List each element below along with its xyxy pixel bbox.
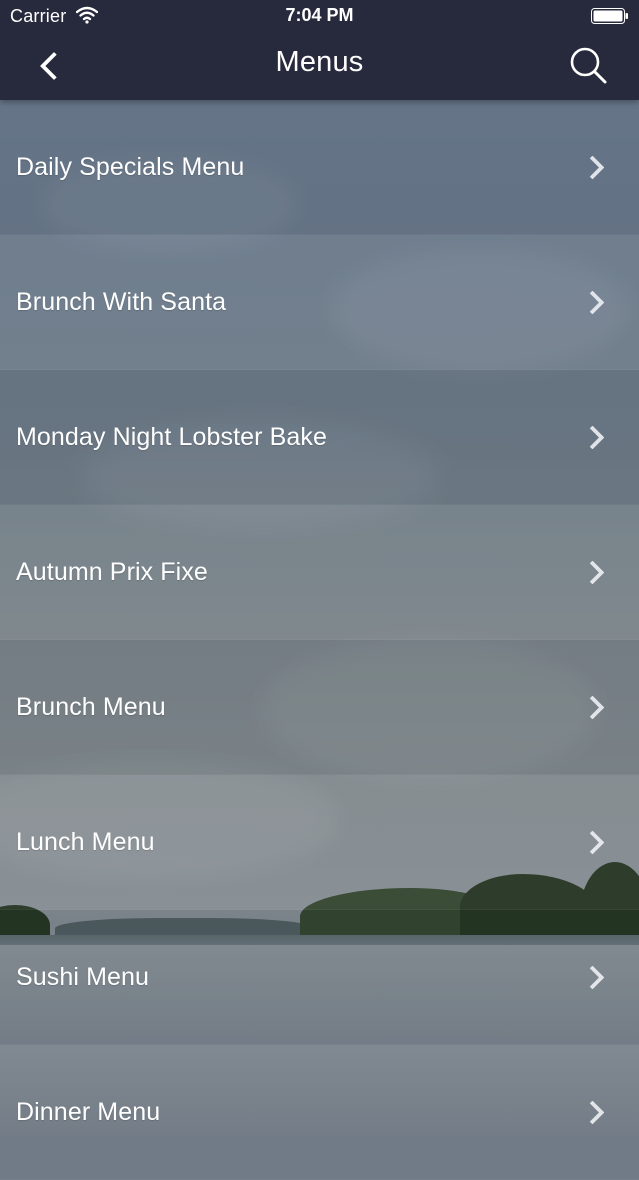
chevron-right-icon (580, 964, 605, 990)
list-item-label: Autumn Prix Fixe (16, 557, 208, 586)
status-bar: Carrier 7:04 PM (0, 0, 639, 34)
list-item-lunch-menu[interactable]: Lunch Menu (0, 775, 639, 910)
status-time: 7:04 PM (285, 5, 354, 25)
list-item-daily-specials-menu[interactable]: Daily Specials Menu (0, 100, 639, 235)
list-item-monday-night-lobster-bake[interactable]: Monday Night Lobster Bake (0, 370, 639, 505)
list-item-sushi-menu[interactable]: Sushi Menu (0, 910, 639, 1045)
battery-icon (591, 8, 628, 24)
list-item-label: Lunch Menu (16, 827, 155, 856)
chevron-right-icon (580, 424, 605, 450)
list-item-label: Brunch Menu (16, 692, 166, 721)
list-item-autumn-prix-fixe[interactable]: Autumn Prix Fixe (0, 505, 639, 640)
navigation-bar: Carrier 7:04 PM Menus (0, 0, 639, 100)
menu-list: Daily Specials Menu Brunch With Santa Mo… (0, 100, 639, 1180)
chevron-right-icon (580, 829, 605, 855)
search-icon (570, 47, 607, 84)
chevron-right-icon (580, 559, 605, 585)
list-item-label: Dinner Menu (16, 1097, 161, 1126)
chevron-right-icon (580, 694, 605, 720)
chevron-right-icon (580, 154, 605, 180)
search-button[interactable] (567, 44, 611, 88)
list-item-label: Sushi Menu (16, 962, 150, 991)
list-item-label: Monday Night Lobster Bake (16, 422, 328, 451)
page-title: Menus (275, 46, 364, 78)
chevron-right-icon (580, 289, 605, 315)
list-item-brunch-with-santa[interactable]: Brunch With Santa (0, 235, 639, 370)
list-item-brunch-menu[interactable]: Brunch Menu (0, 640, 639, 775)
list-item-label: Daily Specials Menu (16, 152, 245, 181)
list-item-dinner-menu[interactable]: Dinner Menu (0, 1045, 639, 1180)
nav-row: Menus (0, 36, 639, 96)
chevron-right-icon (580, 1099, 605, 1125)
list-item-label: Brunch With Santa (16, 287, 227, 316)
